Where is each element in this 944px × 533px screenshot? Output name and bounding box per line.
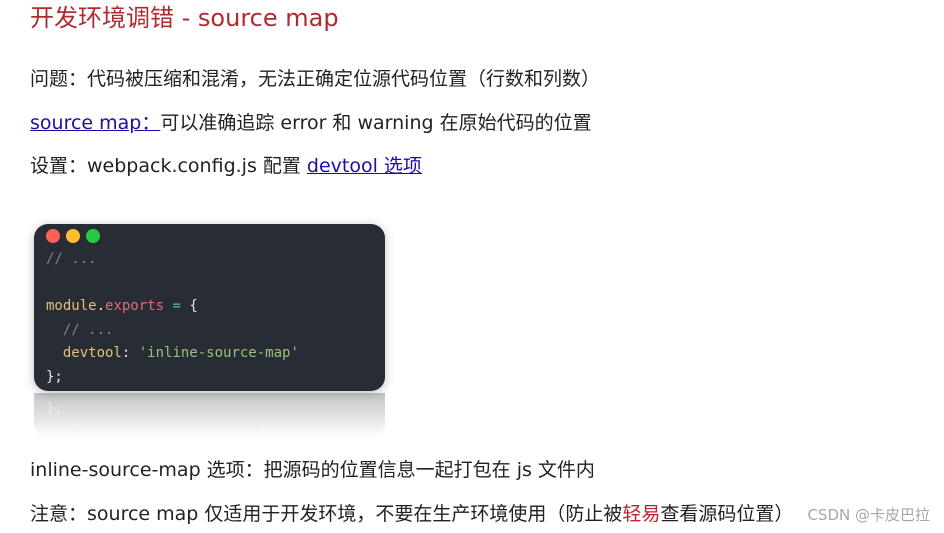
code-block-reflection: }; devtool: 'inline-source-map' bbox=[34, 393, 385, 438]
reflection-line-1: }; bbox=[46, 400, 63, 416]
code-line-6: }; bbox=[46, 366, 299, 390]
reflection-line-2: devtool: 'inline-source-map' bbox=[46, 422, 283, 438]
code-devtool-key: devtool bbox=[62, 345, 122, 361]
caution-highlight: 轻易 bbox=[622, 503, 661, 525]
maximize-dot-icon bbox=[86, 229, 100, 243]
devtool-option-link[interactable]: devtool 选项 bbox=[307, 155, 422, 177]
settings-line: 设置：webpack.config.js 配置 devtool 选项 bbox=[30, 153, 422, 179]
code-comment-inner: // ... bbox=[62, 321, 114, 338]
source-map-description: 可以准确追踪 error 和 warning 在原始代码的位置 bbox=[160, 112, 592, 134]
caution-line: 注意：source map 仅适用于开发环境，不要在生产环境使用（防止被轻易查看… bbox=[30, 501, 793, 527]
code-dot: . bbox=[96, 298, 106, 314]
code-comment: // ... bbox=[46, 251, 97, 267]
close-dot-icon bbox=[46, 229, 60, 243]
csdn-watermark: CSDN @卡皮巴拉 bbox=[807, 506, 930, 524]
code-block: // ... module.exports = { // ... devtool… bbox=[34, 224, 385, 391]
code-devtool-value: 'inline-source-map' bbox=[138, 345, 299, 361]
caution-after: 查看源码位置） bbox=[660, 503, 794, 525]
source-map-line: source map：可以准确追踪 error 和 warning 在原始代码的… bbox=[30, 110, 592, 136]
code-exports: exports bbox=[105, 298, 165, 314]
inline-note-text: inline-source-map 选项：把源码的位置信息一起打包在 js 文件… bbox=[30, 459, 595, 481]
code-colon: : bbox=[121, 345, 139, 361]
code-close-brace: }; bbox=[46, 368, 63, 385]
document-page: 开发环境调错 - source map 问题：代码被压缩和混淆，无法正确定位源代… bbox=[0, 0, 944, 533]
code-line-5: devtool: 'inline-source-map' bbox=[46, 342, 299, 366]
code-content: // ... module.exports = { // ... devtool… bbox=[46, 248, 299, 389]
code-line-1: // ... bbox=[46, 248, 299, 272]
caution-before: 注意：source map 仅适用于开发环境，不要在生产环境使用（防止被 bbox=[30, 503, 623, 525]
source-map-link[interactable]: source map： bbox=[30, 112, 160, 134]
settings-prefix: 设置：webpack.config.js 配置 bbox=[30, 155, 307, 177]
minimize-dot-icon bbox=[66, 229, 80, 243]
code-open-brace: { bbox=[189, 298, 198, 314]
code-module-keyword: module bbox=[46, 298, 97, 314]
problem-text: 问题：代码被压缩和混淆，无法正确定位源代码位置（行数和列数） bbox=[30, 68, 601, 90]
code-line-4: // ... bbox=[46, 319, 299, 343]
window-controls bbox=[46, 229, 100, 243]
code-line-3: module.exports = { bbox=[46, 295, 299, 319]
code-equals: = bbox=[164, 298, 190, 314]
page-title: 开发环境调错 - source map bbox=[30, 4, 339, 32]
